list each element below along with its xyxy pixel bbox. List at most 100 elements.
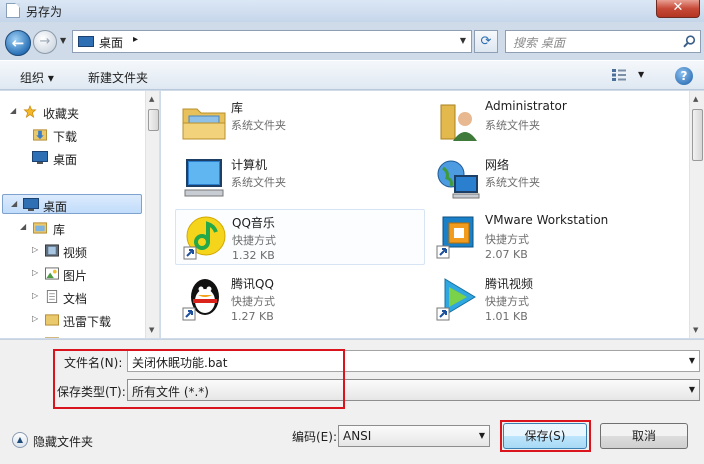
picture-library-icon xyxy=(45,267,59,280)
nav-item-label: 视频 xyxy=(63,246,88,260)
nav-item-label: 桌面 xyxy=(53,153,78,167)
qq-icon xyxy=(182,279,219,321)
file-item-qq[interactable]: 腾讯QQ 快捷方式 1.27 KB xyxy=(175,271,425,327)
bottom-bar: ▲ 隐藏文件夹 编码(E): ANSI ▼ 保存(S) 取消 xyxy=(0,414,704,464)
file-item-computer[interactable]: 计算机 系统文件夹 xyxy=(175,152,425,208)
file-name: 计算机 xyxy=(231,158,268,172)
file-item-library[interactable]: 库 系统文件夹 xyxy=(175,95,425,151)
expand-arrow-icon[interactable]: ▷ xyxy=(32,291,38,300)
file-item-vmware[interactable]: VMware Workstation 快捷方式 2.07 KB xyxy=(429,209,679,265)
refresh-button[interactable]: ⟳ xyxy=(474,30,498,53)
network-icon xyxy=(437,160,480,199)
file-item-administrator[interactable]: Administrator 系统文件夹 xyxy=(429,95,679,151)
file-size: 1.32 KB xyxy=(232,249,275,262)
collapse-arrow-icon[interactable]: ◢ xyxy=(20,222,26,231)
nav-item-downloads[interactable]: 下载 xyxy=(0,125,146,145)
file-type: 快捷方式 xyxy=(232,234,276,247)
title-bar: 另存为 ✕ xyxy=(0,0,704,22)
nav-item-pictures[interactable]: ▷ 图片 xyxy=(0,264,146,284)
filetype-dropdown-icon[interactable]: ▼ xyxy=(689,385,695,394)
search-icon[interactable] xyxy=(683,35,696,48)
address-dropdown-icon[interactable]: ▼ xyxy=(460,36,466,45)
desktop-icon xyxy=(23,198,39,211)
nav-scrollbar[interactable]: ▲ ▼ xyxy=(145,91,159,338)
file-name: 腾讯视频 xyxy=(485,277,534,291)
change-view-icon[interactable] xyxy=(612,69,626,81)
scroll-thumb[interactable] xyxy=(148,109,159,131)
scroll-up-icon[interactable]: ▲ xyxy=(149,95,154,103)
nav-item-favorites[interactable]: ◢ 收藏夹 xyxy=(0,102,146,122)
nav-item-desktop[interactable]: ◢ 桌面 xyxy=(2,194,142,214)
expand-arrow-icon[interactable]: ▷ xyxy=(32,268,38,277)
encoding-dropdown-icon[interactable]: ▼ xyxy=(479,431,485,440)
encoding-label: 编码(E): xyxy=(292,430,337,444)
file-size: 1.27 KB xyxy=(231,310,274,323)
breadcrumb-desktop[interactable]: 桌面 xyxy=(99,34,123,51)
file-name: QQ音乐 xyxy=(232,216,275,230)
file-list-pane: 库 系统文件夹 Administrator 系统文件夹 计算机 系统文件夹 网络… xyxy=(161,91,704,338)
expand-arrow-icon[interactable]: ▷ xyxy=(32,314,38,323)
file-item-tencent-video[interactable]: 腾讯视频 快捷方式 1.01 KB xyxy=(429,271,679,327)
nav-item-label: 库 xyxy=(53,223,66,237)
file-type: 快捷方式 xyxy=(485,233,529,246)
file-name: VMware Workstation xyxy=(485,213,609,227)
organize-menu[interactable]: 组织 ▾ xyxy=(20,69,54,86)
file-size: 1.01 KB xyxy=(485,310,528,323)
encoding-select[interactable]: ANSI ▼ xyxy=(338,425,490,447)
cancel-button[interactable]: 取消 xyxy=(600,423,688,449)
filename-dropdown-icon[interactable]: ▼ xyxy=(689,356,695,365)
expand-arrow-icon[interactable]: ▷ xyxy=(32,245,38,254)
hide-folders-label: 隐藏文件夹 xyxy=(33,435,94,449)
address-bar[interactable]: 桌面 ▸ ▼ xyxy=(72,30,472,53)
file-scrollbar[interactable]: ▲ ▼ xyxy=(689,91,704,338)
file-item-qqmusic[interactable]: QQ音乐 快捷方式 1.32 KB xyxy=(175,209,425,265)
scroll-up-icon[interactable]: ▲ xyxy=(693,95,698,103)
file-type: 快捷方式 xyxy=(231,295,275,308)
encoding-value: ANSI xyxy=(343,429,372,443)
scroll-down-icon[interactable]: ▼ xyxy=(693,326,698,334)
back-button[interactable]: ← xyxy=(5,30,31,56)
scroll-down-icon[interactable]: ▼ xyxy=(149,326,154,334)
new-folder-button[interactable]: 新建文件夹 xyxy=(88,69,148,86)
nav-item-music[interactable]: ▷ 音乐 xyxy=(0,333,146,338)
expand-arrow-icon[interactable]: ▷ xyxy=(32,337,38,338)
search-input[interactable]: 搜索 桌面 xyxy=(505,30,701,53)
view-dropdown-icon[interactable]: ▼ xyxy=(638,70,644,79)
search-placeholder: 搜索 桌面 xyxy=(513,36,565,50)
highlight-box-save xyxy=(500,420,591,452)
nav-item-desktop-fav[interactable]: 桌面 xyxy=(0,148,146,168)
collapse-arrow-icon[interactable]: ◢ xyxy=(11,199,17,208)
file-size: 2.07 KB xyxy=(485,248,528,261)
library-icon xyxy=(33,222,47,234)
nav-item-thunder[interactable]: ▷ 迅雷下载 xyxy=(0,310,146,330)
file-item-network[interactable]: 网络 系统文件夹 xyxy=(429,152,679,208)
file-name: Administrator xyxy=(485,99,567,113)
close-button[interactable]: ✕ xyxy=(656,0,700,18)
star-icon xyxy=(23,105,37,118)
music-library-icon xyxy=(45,337,59,338)
nav-item-videos[interactable]: ▷ 视频 xyxy=(0,241,146,261)
document-icon xyxy=(6,3,20,18)
forward-button[interactable]: → xyxy=(33,30,57,54)
window-title: 另存为 xyxy=(26,5,63,19)
thunder-folder-icon xyxy=(45,314,59,326)
help-icon[interactable]: ? xyxy=(675,67,693,85)
video-library-icon xyxy=(45,244,59,257)
file-name: 网络 xyxy=(485,158,510,172)
document-library-icon xyxy=(46,290,58,303)
desktop-icon xyxy=(32,151,48,164)
history-dropdown-icon[interactable]: ▼ xyxy=(60,36,66,45)
qqmusic-icon xyxy=(183,216,226,260)
nav-item-library[interactable]: ◢ 库 xyxy=(0,218,146,238)
breadcrumb-chevron-icon[interactable]: ▸ xyxy=(133,34,138,45)
navigation-pane: ◢ 收藏夹 下载 桌面 ◢ 桌面 ◢ 库 ▷ 视频 ▷ 图片 ▷ 文档 ▷ 迅雷… xyxy=(0,91,160,338)
file-name: 腾讯QQ xyxy=(231,277,274,291)
scroll-thumb[interactable] xyxy=(692,109,703,161)
save-fields: 文件名(N): 关闭休眠功能.bat ▼ 保存类型(T): 所有文件 (*.*)… xyxy=(0,339,704,414)
user-folder-icon xyxy=(440,104,477,141)
collapse-arrow-icon[interactable]: ◢ xyxy=(10,106,16,115)
collapse-up-icon: ▲ xyxy=(12,432,28,448)
nav-item-label: 文档 xyxy=(63,292,88,306)
nav-item-documents[interactable]: ▷ 文档 xyxy=(0,287,146,307)
vmware-icon xyxy=(436,216,474,259)
